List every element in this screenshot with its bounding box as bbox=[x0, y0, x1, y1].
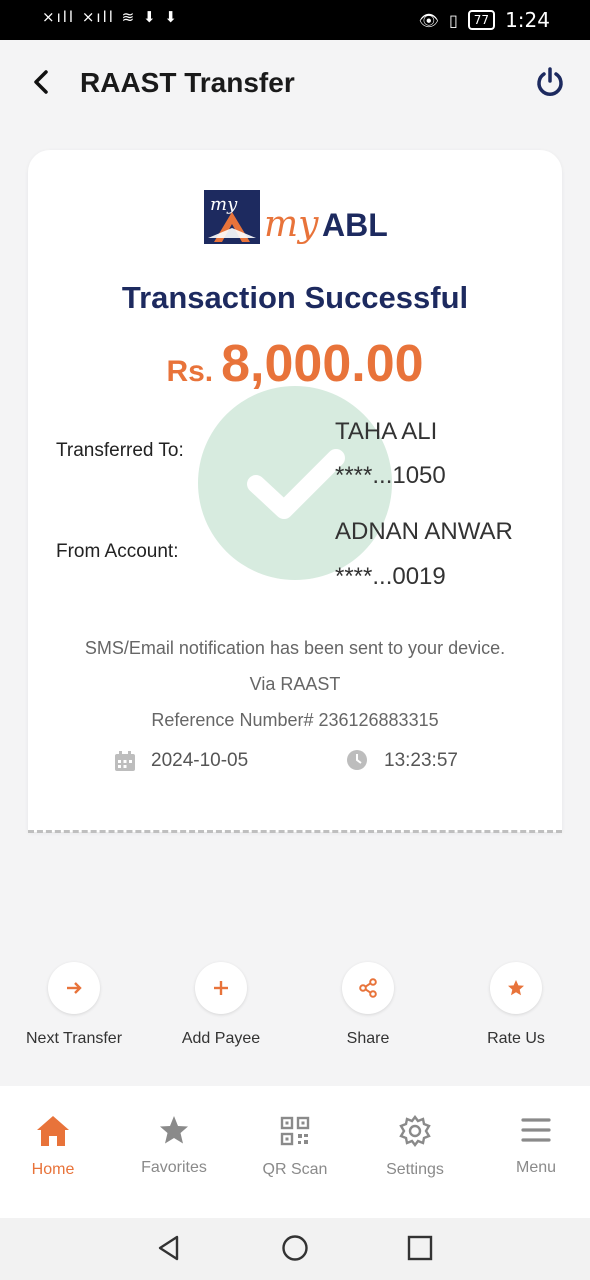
reference-number: Reference Number# 236126883315 bbox=[151, 710, 439, 730]
chevron-left-icon[interactable] bbox=[30, 62, 54, 102]
star-icon bbox=[160, 1116, 188, 1144]
eye-icon: 👁 bbox=[418, 10, 439, 30]
transferred-to-label: Transferred To: bbox=[56, 440, 184, 461]
sender-name: ADNAN ANWAR bbox=[335, 518, 513, 545]
svg-text:my: my bbox=[210, 194, 238, 215]
amount-value: 8,000.00 bbox=[221, 335, 424, 393]
star-icon bbox=[508, 980, 524, 996]
next-transfer-button[interactable]: Next Transfer bbox=[4, 962, 144, 1048]
transfer-amount: Rs. 8,000.00 bbox=[28, 334, 562, 394]
bottom-navigation: Home Favorites QR Scan Settings Menu bbox=[0, 1086, 590, 1218]
recipient-account: ****...1050 bbox=[335, 462, 446, 489]
clock-icon bbox=[347, 750, 367, 770]
share-button[interactable]: Share bbox=[298, 962, 438, 1048]
rate-us-button[interactable]: Rate Us bbox=[446, 962, 586, 1048]
home-circle-icon[interactable] bbox=[281, 1234, 309, 1262]
nav-favorites-label: Favorites bbox=[141, 1159, 207, 1176]
notification-text: SMS/Email notification has been sent to … bbox=[84, 638, 506, 658]
sender-account: ****...0019 bbox=[335, 563, 446, 590]
home-icon bbox=[37, 1116, 69, 1146]
status-bar: ×ıll ×ıll ≋ ⬇ ⬇ 👁 ▯ 77 1:24 bbox=[0, 0, 590, 40]
battery-indicator: 77 bbox=[467, 10, 496, 30]
from-account-label: From Account: bbox=[56, 541, 179, 562]
status-icons: ×ıll ×ıll ≋ ⬇ ⬇ bbox=[42, 8, 179, 26]
transaction-date: 2024-10-05 bbox=[151, 750, 249, 771]
nav-settings[interactable]: Settings bbox=[360, 1114, 470, 1179]
nav-home[interactable]: Home bbox=[0, 1114, 108, 1179]
nav-qr-scan[interactable]: QR Scan bbox=[240, 1114, 350, 1179]
nav-menu-label: Menu bbox=[515, 1159, 557, 1176]
svg-text:ABL: ABL bbox=[322, 207, 388, 243]
via-text: Via RAAST bbox=[249, 674, 341, 694]
app-header: RAAST Transfer bbox=[0, 40, 590, 126]
calendar-icon bbox=[115, 751, 135, 771]
next-transfer-label: Next Transfer bbox=[25, 1030, 123, 1047]
page-title: RAAST Transfer bbox=[80, 67, 295, 98]
svg-text:my: my bbox=[264, 204, 319, 245]
receipt-perforated-edge bbox=[28, 830, 562, 833]
gear-icon bbox=[399, 1115, 431, 1147]
share-label: Share bbox=[346, 1030, 390, 1047]
power-icon[interactable] bbox=[534, 66, 566, 98]
plus-icon bbox=[214, 981, 228, 995]
nav-settings-label: Settings bbox=[386, 1161, 444, 1178]
status-time: 1:24 bbox=[505, 8, 550, 32]
add-payee-button[interactable]: Add Payee bbox=[151, 962, 291, 1048]
back-triangle-icon[interactable] bbox=[155, 1234, 183, 1262]
nav-menu[interactable]: Menu bbox=[481, 1114, 590, 1177]
arrow-right-icon bbox=[67, 982, 82, 994]
nav-favorites[interactable]: Favorites bbox=[119, 1114, 229, 1177]
vibrate-icon: ▯ bbox=[448, 10, 458, 30]
qr-icon bbox=[280, 1116, 310, 1146]
nav-qr-scan-label: QR Scan bbox=[262, 1161, 328, 1178]
transaction-time: 13:23:57 bbox=[384, 750, 458, 771]
recents-square-icon[interactable] bbox=[406, 1234, 434, 1262]
menu-icon bbox=[521, 1118, 551, 1142]
share-icon bbox=[359, 978, 377, 998]
currency-label: Rs. bbox=[166, 355, 214, 388]
receipt-card: my my ABL Transaction Successful Rs. 8,00… bbox=[28, 150, 562, 832]
nav-home-label: Home bbox=[31, 1161, 75, 1178]
transaction-status-title: Transaction Successful bbox=[121, 280, 469, 315]
system-navigation-bar bbox=[0, 1218, 590, 1280]
myabl-logo: my my ABL bbox=[204, 190, 388, 245]
add-payee-label: Add Payee bbox=[181, 1030, 261, 1047]
recipient-name: TAHA ALI bbox=[335, 418, 438, 445]
rate-us-label: Rate Us bbox=[487, 1030, 545, 1047]
